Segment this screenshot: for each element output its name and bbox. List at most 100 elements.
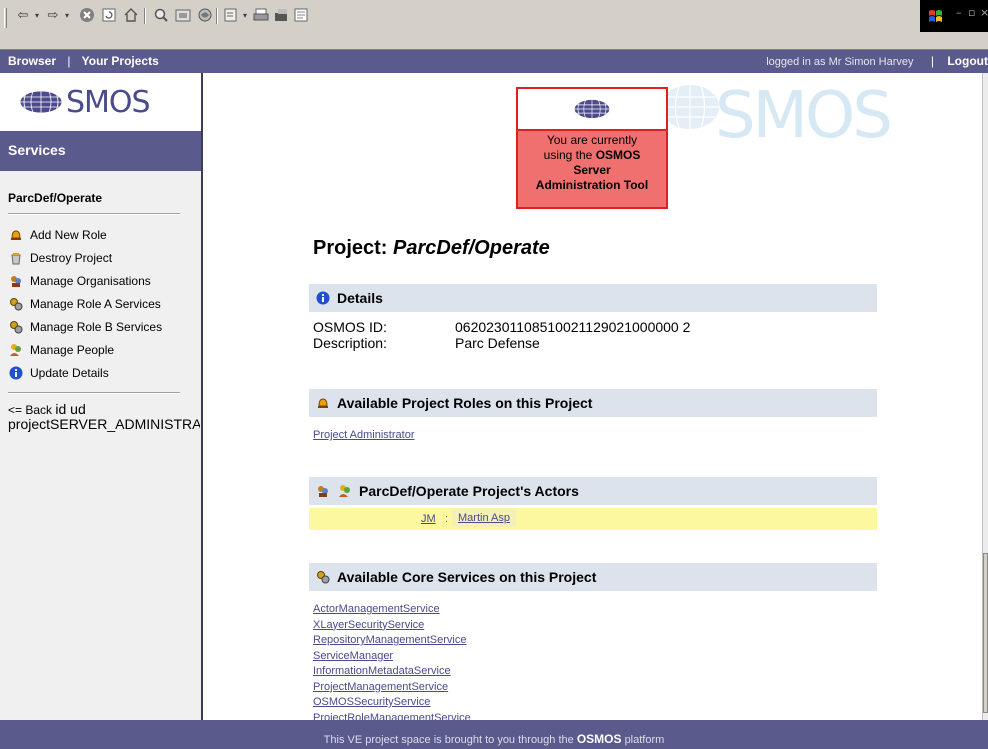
nav-left: Browser | Your Projects — [8, 54, 159, 68]
sidebar-item-label: Add New Role — [30, 227, 107, 242]
footer-brand: OSMOS — [576, 732, 622, 746]
title-prefix: Project: — [313, 237, 388, 259]
actor-name-link[interactable]: Martin Asp — [452, 509, 516, 527]
service-link[interactable]: OSMOSSecurityService — [313, 695, 471, 711]
toolbar-separator — [216, 8, 218, 24]
service-link[interactable]: RepositoryManagementService — [313, 633, 471, 649]
sidebar-divider — [8, 213, 180, 215]
refresh-icon[interactable] — [100, 6, 118, 24]
sidebar-item-destroy-project[interactable]: Destroy Project — [8, 246, 201, 269]
organisation-icon — [8, 273, 24, 289]
actor-abbr-link[interactable]: JM — [421, 513, 436, 525]
page-title: Project: ParcDef/Operate — [313, 237, 550, 260]
footer-suffix: platform — [624, 734, 665, 746]
logo-text: SMOS — [66, 84, 151, 120]
globe-icon — [574, 99, 610, 119]
service-link[interactable]: ProjectManagementService — [313, 680, 471, 696]
back-id: id ud — [55, 402, 86, 417]
close-icon[interactable]: × — [980, 6, 988, 19]
admin-line2: using the — [543, 148, 593, 162]
logout-link[interactable]: Logout — [947, 54, 988, 68]
sidebar-menu: Add New Role Destroy Project Manage Orga… — [0, 223, 201, 384]
home-icon[interactable] — [122, 6, 140, 24]
vertical-scrollbar[interactable] — [982, 73, 988, 720]
details-table: OSMOS ID: 06202301108510021129021000000 … — [313, 319, 690, 351]
nav-right: logged in as Mr Simon Harvey | Logout — [766, 54, 988, 68]
scrollbar-thumb[interactable] — [983, 553, 988, 713]
sidebar-item-label: Manage People — [30, 342, 115, 357]
windows-flag-icon — [929, 10, 942, 22]
windows-logo-area: – ▫ × — [920, 0, 988, 32]
edit-icon[interactable] — [272, 6, 290, 24]
main-content: SMOS You are currently using the OSMOS S… — [205, 73, 982, 720]
print-icon[interactable] — [252, 6, 270, 24]
mail-dropdown-icon[interactable]: ▾ — [240, 6, 250, 24]
media-icon[interactable] — [196, 6, 214, 24]
top-nav-bar: Browser | Your Projects logged in as Mr … — [0, 50, 988, 73]
browser-link[interactable]: Browser — [8, 54, 56, 68]
forward-arrow-icon[interactable]: ⇨ — [44, 6, 62, 24]
info-icon — [8, 365, 24, 381]
banner-globe-icon — [661, 85, 719, 129]
services-header: Services — [0, 131, 201, 171]
stop-icon[interactable] — [78, 6, 96, 24]
nav-separator: | — [67, 54, 71, 68]
back-dropdown-icon[interactable]: ▾ — [32, 6, 42, 24]
service-link[interactable]: ActorManagementService — [313, 602, 471, 618]
service-link[interactable]: XLayerSecurityService — [313, 618, 471, 634]
description-value: Parc Defense — [455, 335, 540, 351]
sidebar-item-manage-people[interactable]: Manage People — [8, 338, 201, 361]
your-projects-link[interactable]: Your Projects — [82, 54, 159, 68]
osmos-id-value: 06202301108510021129021000000 2 — [455, 319, 691, 335]
sidebar-project-name: ParcDef/Operate — [8, 191, 103, 205]
osmos-id-label: OSMOS ID: — [313, 319, 387, 335]
logged-in-text: logged in as Mr Simon Harvey — [766, 56, 914, 68]
bell-icon — [8, 227, 24, 243]
admin-bold1: OSMOS — [595, 148, 641, 162]
detail-row-description: Description: Parc Defense — [313, 335, 690, 351]
service-link[interactable]: InformationMetadataService — [313, 664, 471, 680]
info-icon — [315, 290, 331, 306]
admin-line1: You are currently — [546, 133, 638, 147]
sidebar-item-manage-organisations[interactable]: Manage Organisations — [8, 269, 201, 292]
sidebar-item-update-details[interactable]: Update Details — [8, 361, 201, 384]
mail-icon[interactable] — [222, 6, 240, 24]
sidebar-item-add-new-role[interactable]: Add New Role — [8, 223, 201, 246]
gears-icon — [8, 319, 24, 335]
restore-icon[interactable]: ▫ — [968, 6, 975, 19]
search-icon[interactable] — [152, 6, 170, 24]
sidebar-divider — [8, 392, 180, 394]
globe-logo-icon — [19, 90, 63, 114]
admin-bold2: Server — [573, 163, 611, 177]
sidebar-item-manage-role-b-services[interactable]: Manage Role B Services — [8, 315, 201, 338]
roles-list: Project Administrator — [313, 425, 414, 443]
actor-row: JM : Martin Asp — [309, 508, 877, 530]
role-link-project-administrator[interactable]: Project Administrator — [313, 429, 414, 441]
osmos-logo: SMOS — [0, 73, 201, 131]
people-icon — [337, 483, 353, 499]
back-arrow-icon[interactable]: ⇦ — [14, 6, 32, 24]
service-link[interactable]: ServiceManager — [313, 649, 471, 665]
sidebar-item-label: Manage Role A Services — [30, 296, 161, 311]
back-link[interactable]: <= Back id ud projectSERVER_ADMINISTRATO… — [0, 402, 200, 432]
forward-dropdown-icon[interactable]: ▾ — [62, 6, 72, 24]
back-project: projectSERVER_ADMINISTRATOR — [8, 416, 200, 432]
details-heading: Details — [337, 290, 383, 306]
discuss-icon[interactable] — [292, 6, 310, 24]
sidebar-item-label: Destroy Project — [30, 250, 113, 265]
sidebar-item-manage-role-a-services[interactable]: Manage Role A Services — [8, 292, 201, 315]
banner-logo-text: SMOS — [715, 79, 893, 153]
favorites-icon[interactable] — [174, 6, 192, 24]
gears-icon — [8, 296, 24, 312]
sidebar-item-label: Update Details — [30, 365, 109, 380]
minimize-icon[interactable]: – — [956, 6, 962, 19]
bell-icon — [315, 395, 331, 411]
toolbar-grip[interactable] — [4, 8, 7, 28]
back-prefix: <= Back — [8, 403, 53, 417]
actors-section-header: ParcDef/Operate Project's Actors — [309, 477, 877, 505]
admin-message: You are currently using the OSMOS Server… — [518, 131, 666, 207]
admin-bold3: Administration Tool — [535, 178, 649, 192]
trash-icon — [8, 250, 24, 266]
admin-globe-area — [518, 89, 666, 131]
service-link[interactable]: ProjectRoleManagementService — [313, 711, 471, 721]
